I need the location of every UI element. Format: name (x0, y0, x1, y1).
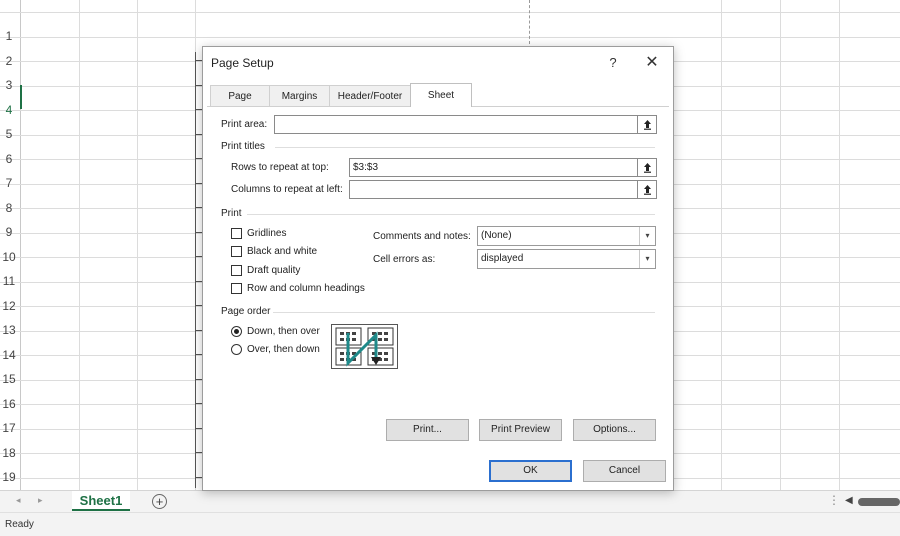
row-number[interactable]: 5 (0, 122, 18, 146)
page-setup-dialog: Page Setup ? ✕ Page Margins Header/Foote… (202, 46, 674, 491)
columns-to-repeat-input[interactable] (349, 180, 638, 199)
row-number[interactable]: 17 (0, 416, 18, 440)
column-divider (137, 0, 138, 490)
comments-notes-select[interactable]: (None) ▾ (477, 226, 656, 246)
comments-notes-label: Comments and notes: (373, 231, 471, 242)
row-number[interactable]: 19 (0, 465, 18, 489)
row-number[interactable]: 9 (0, 220, 18, 244)
more-options-icon[interactable]: ⋮ (828, 493, 840, 507)
cell-errors-label: Cell errors as: (373, 254, 436, 265)
down-then-over-label[interactable]: Down, then over (247, 326, 320, 337)
chevron-down-icon: ▾ (639, 250, 655, 268)
dialog-title: Page Setup (211, 56, 274, 70)
page-order-preview-icon (331, 324, 398, 369)
rows-to-repeat-label: Rows to repeat at top: (231, 162, 329, 173)
comments-notes-value: (None) (481, 230, 512, 241)
row-number[interactable]: 7 (0, 171, 18, 195)
sheet-tabs-bar: ◂ ▸ Sheet1 + ⋮ ◀ (0, 490, 900, 512)
status-text: Ready (5, 519, 34, 530)
gridlines-checkbox[interactable] (231, 228, 242, 239)
cancel-button[interactable]: Cancel (583, 460, 666, 482)
print-area-input[interactable] (274, 115, 638, 134)
tab-page[interactable]: Page (210, 85, 270, 106)
row-divider (0, 37, 900, 38)
cell-errors-value: displayed (481, 253, 524, 264)
row-divider (0, 12, 900, 13)
group-separator (247, 214, 655, 215)
status-bar: Ready (0, 512, 900, 536)
over-then-down-radio[interactable] (231, 344, 242, 355)
collapse-dialog-icon[interactable] (638, 115, 657, 134)
tab-sheet[interactable]: Sheet (410, 83, 472, 107)
collapse-dialog-icon[interactable] (638, 180, 657, 199)
black-and-white-label[interactable]: Black and white (247, 246, 317, 257)
row-number[interactable]: 3 (0, 73, 18, 97)
add-sheet-button[interactable]: + (152, 494, 167, 509)
gridlines-label[interactable]: Gridlines (247, 228, 286, 239)
over-then-down-label[interactable]: Over, then down (247, 344, 320, 355)
row-column-headings-label[interactable]: Row and column headings (247, 283, 365, 294)
row-number[interactable]: 8 (0, 196, 18, 220)
print-button[interactable]: Print... (386, 419, 469, 441)
row-number[interactable]: 6 (0, 147, 18, 171)
column-divider (780, 0, 781, 490)
row-number[interactable]: 15 (0, 367, 18, 391)
cell-errors-select[interactable]: displayed ▾ (477, 249, 656, 269)
row-column-headings-checkbox[interactable] (231, 283, 242, 294)
group-separator (275, 147, 655, 148)
rows-to-repeat-input[interactable]: $3:$3 (349, 158, 638, 177)
row-number[interactable]: 12 (0, 294, 18, 318)
sheet-tab-sheet1[interactable]: Sheet1 (72, 491, 130, 511)
columns-to-repeat-label: Columns to repeat at left: (231, 184, 343, 195)
column-divider (721, 0, 722, 490)
close-button[interactable]: ✕ (641, 53, 663, 73)
column-divider (839, 0, 840, 490)
down-then-over-radio[interactable] (231, 326, 242, 337)
print-area-label: Print area: (221, 119, 268, 130)
options-button[interactable]: Options... (573, 419, 656, 441)
horizontal-scrollbar-thumb[interactable] (858, 498, 900, 506)
collapse-dialog-icon[interactable] (638, 158, 657, 177)
page-order-label: Page order (221, 306, 271, 317)
row-number[interactable]: 13 (0, 318, 18, 342)
column-divider (79, 0, 80, 490)
draft-quality-label[interactable]: Draft quality (247, 265, 300, 276)
print-titles-label: Print titles (221, 141, 265, 152)
row-number[interactable]: 16 (0, 392, 18, 416)
black-and-white-checkbox[interactable] (231, 246, 242, 257)
page-break-line (529, 0, 530, 44)
tab-margins[interactable]: Margins (269, 85, 330, 106)
active-row-indicator (20, 85, 22, 109)
print-group-label: Print (221, 208, 242, 219)
row-number[interactable]: 4 (0, 98, 18, 122)
row-number[interactable]: 11 (0, 269, 18, 293)
tab-header-footer[interactable]: Header/Footer (329, 85, 411, 106)
prev-sheet-icon[interactable]: ◂ (16, 495, 21, 506)
next-sheet-icon[interactable]: ▸ (38, 495, 43, 506)
row-number[interactable]: 1 (0, 24, 18, 48)
chevron-down-icon: ▾ (639, 227, 655, 245)
ok-button[interactable]: OK (489, 460, 572, 482)
help-button[interactable]: ? (603, 53, 623, 73)
row-number[interactable]: 10 (0, 245, 18, 269)
scroll-left-icon[interactable]: ◀ (845, 495, 853, 506)
print-preview-button[interactable]: Print Preview (479, 419, 562, 441)
draft-quality-checkbox[interactable] (231, 265, 242, 276)
row-number[interactable]: 2 (0, 49, 18, 73)
row-number[interactable]: 18 (0, 441, 18, 465)
group-separator (273, 312, 655, 313)
row-number[interactable]: 14 (0, 343, 18, 367)
